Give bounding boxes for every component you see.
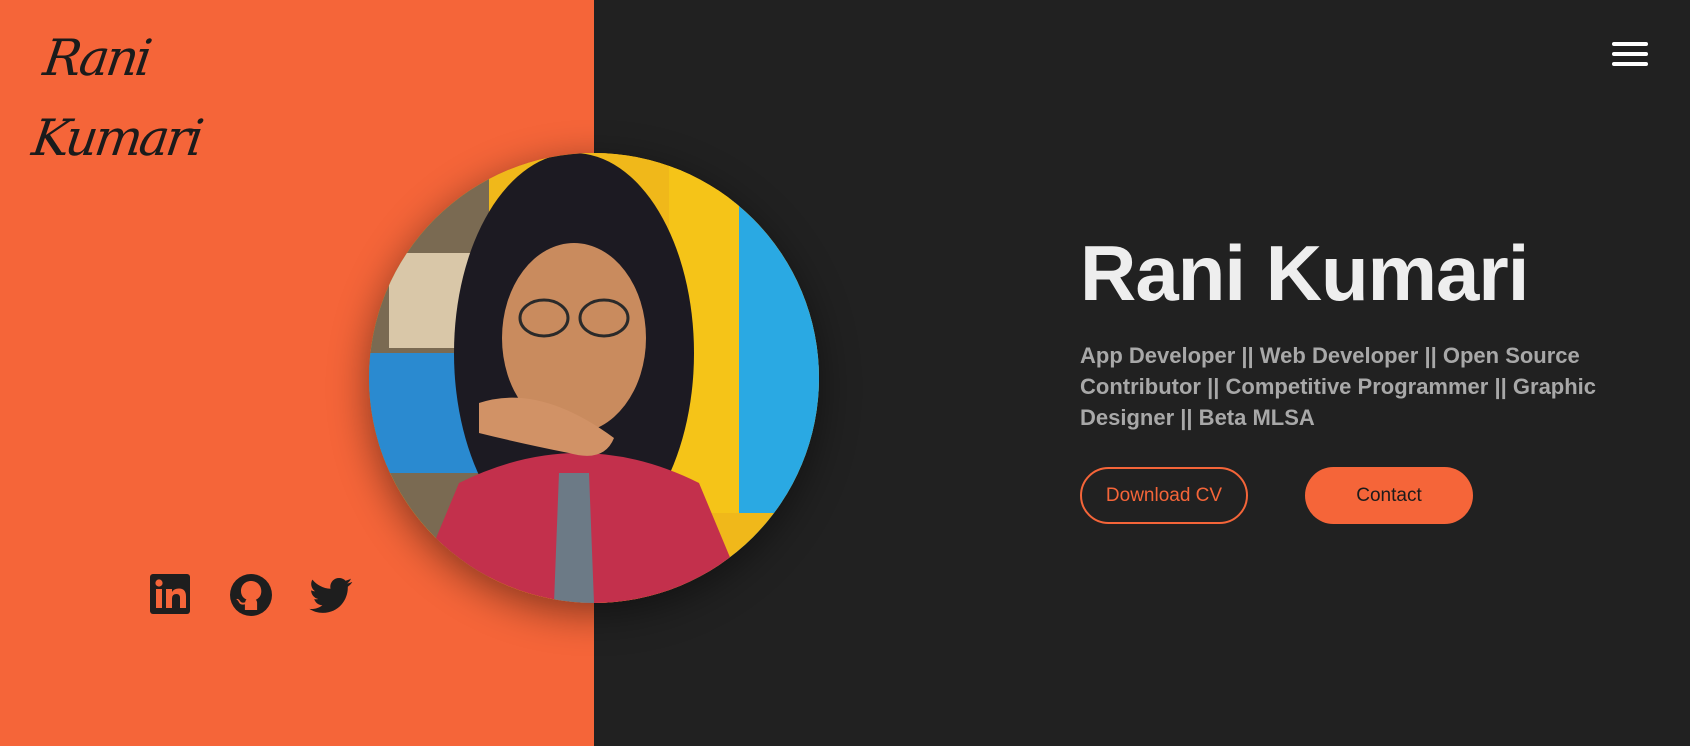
hamburger-menu-icon[interactable] [1612,42,1648,68]
download-cv-button[interactable]: Download CV [1080,467,1248,524]
contact-button[interactable]: Contact [1305,467,1473,524]
twitter-icon[interactable] [308,572,354,618]
hero-name: Rani Kumari [1080,229,1529,317]
github-icon[interactable] [228,572,274,618]
signature-logo[interactable]: Rani Kumari [29,18,289,167]
profile-photo [369,153,819,603]
linkedin-icon[interactable] [148,572,194,618]
hero-description: App Developer || Web Developer || Open S… [1080,343,1597,430]
